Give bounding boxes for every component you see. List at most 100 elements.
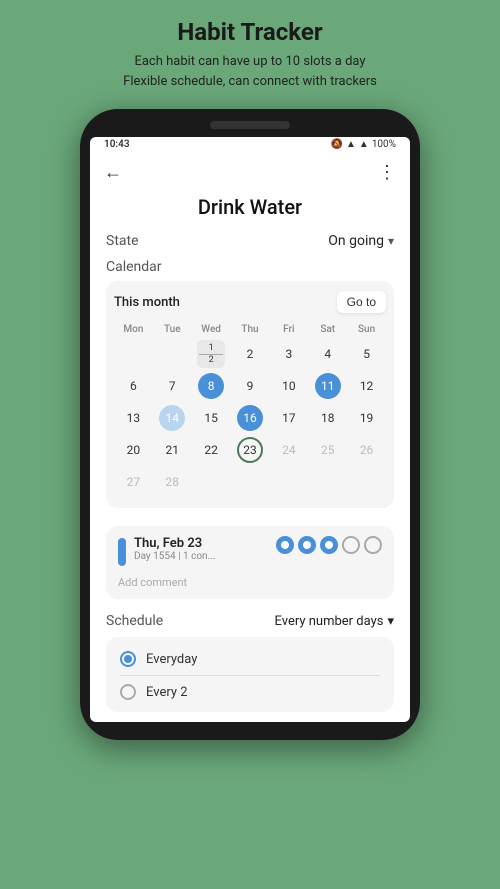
schedule-card: Everyday Every 2 (106, 637, 394, 712)
day-header-fri: Fri (269, 321, 308, 338)
status-bar: 10:43 🔕 ▲ ▲ 100% (90, 137, 410, 154)
cal-day-22[interactable]: 22 (192, 434, 231, 466)
day-detail-card: Thu, Feb 23 Day 1554 | 1 con... (106, 526, 394, 599)
cal-day-12[interactable]: 12 (192, 338, 231, 370)
back-button[interactable]: ← (104, 162, 122, 183)
schedule-section: Schedule Every number days ▾ Everyday (90, 607, 410, 722)
radio-everyday-dot (124, 655, 132, 663)
phone-notch (210, 121, 290, 129)
circles-row (276, 536, 382, 554)
cal-day-6[interactable]: 6 (114, 370, 153, 402)
radio-every2[interactable] (120, 684, 136, 700)
habit-title: Drink Water (90, 191, 410, 229)
cal-day-23[interactable]: 23 (231, 434, 270, 466)
everyday-label: Everyday (146, 652, 197, 667)
cal-day-15[interactable]: 15 (192, 402, 231, 434)
cal-day-2[interactable]: 2 (231, 338, 270, 370)
day-text: Thu, Feb 23 Day 1554 | 1 con... (134, 536, 216, 562)
day-header-sat: Sat (308, 321, 347, 338)
circle-dot-2 (303, 541, 311, 549)
thermometer-icon (118, 538, 126, 566)
calendar-header: This month Go to (114, 291, 386, 313)
cal-empty (269, 466, 308, 498)
cal-day-9[interactable]: 9 (231, 370, 270, 402)
cal-day-19[interactable]: 19 (347, 402, 386, 434)
wifi-icon: ▲ (359, 139, 369, 150)
cal-day-5[interactable]: 5 (347, 338, 386, 370)
habit-circle-2[interactable] (298, 536, 316, 554)
cal-day-21[interactable]: 21 (153, 434, 192, 466)
more-button[interactable]: ⋮ (378, 162, 396, 183)
cal-day-24: 24 (269, 434, 308, 466)
week-5: 27 28 (114, 466, 386, 498)
schedule-label: Schedule (106, 613, 163, 629)
day-subtext: Day 1554 | 1 con... (134, 551, 216, 562)
state-row: State On going ▾ (90, 229, 410, 257)
cal-day-14[interactable]: 14 (153, 402, 192, 434)
state-value-text: On going (328, 233, 384, 249)
calendar-grid: Mon Tue Wed Thu Fri Sat Sun (114, 321, 386, 498)
cal-empty (308, 466, 347, 498)
day-date: Thu, Feb 23 (134, 536, 216, 551)
day-headers: Mon Tue Wed Thu Fri Sat Sun (114, 321, 386, 338)
day-header-thu: Thu (231, 321, 270, 338)
week-1: 12 2 3 4 5 (114, 338, 386, 370)
cal-day-10[interactable]: 10 (269, 370, 308, 402)
calendar-section: Calendar This month Go to Mon Tue Wed Th… (90, 257, 410, 518)
state-dropdown-arrow: ▾ (388, 234, 394, 248)
page-header: Habit Tracker Each habit can have up to … (123, 18, 377, 91)
cal-day-18[interactable]: 18 (308, 402, 347, 434)
habit-circle-1[interactable] (276, 536, 294, 554)
radio-everyday[interactable] (120, 651, 136, 667)
day-header-sun: Sun (347, 321, 386, 338)
week-3: 13 14 15 16 17 18 19 (114, 402, 386, 434)
cal-empty (192, 466, 231, 498)
schedule-option-every2-partial: Every 2 (120, 680, 380, 702)
page-title: Habit Tracker (123, 18, 377, 46)
every2-label: Every 2 (146, 685, 188, 700)
day-header-wed: Wed (192, 321, 231, 338)
cal-day-20[interactable]: 20 (114, 434, 153, 466)
cal-day-4[interactable]: 4 (308, 338, 347, 370)
cal-empty (231, 466, 270, 498)
cal-day-8[interactable]: 8 (192, 370, 231, 402)
cal-day-27: 27 (114, 466, 153, 498)
cal-day-11[interactable]: 11 (308, 370, 347, 402)
screen: 10:43 🔕 ▲ ▲ 100% ← ⋮ Drink Water State O… (90, 137, 410, 722)
phone-shell: 10:43 🔕 ▲ ▲ 100% ← ⋮ Drink Water State O… (80, 109, 420, 740)
notification-icon: 🔕 (331, 139, 343, 150)
schedule-option-everyday[interactable]: Everyday (120, 647, 380, 671)
day-detail-header: Thu, Feb 23 Day 1554 | 1 con... (118, 536, 382, 566)
state-label: State (106, 233, 139, 249)
calendar-label: Calendar (106, 259, 394, 275)
top-bar: ← ⋮ (90, 154, 410, 191)
cal-day-13[interactable]: 13 (114, 402, 153, 434)
day-info: Thu, Feb 23 Day 1554 | 1 con... (118, 536, 216, 566)
schedule-value-text: Every number days (275, 614, 384, 629)
schedule-option-every2[interactable]: Every 2 (120, 680, 380, 702)
circle-dot-1 (281, 541, 289, 549)
calendar-card: This month Go to Mon Tue Wed Thu Fri Sat… (106, 281, 394, 508)
cal-empty (347, 466, 386, 498)
state-dropdown[interactable]: On going ▾ (328, 233, 394, 249)
day-header-tue: Tue (153, 321, 192, 338)
subtitle: Each habit can have up to 10 slots a day… (123, 52, 377, 91)
schedule-dropdown-arrow: ▾ (387, 614, 394, 629)
schedule-divider (120, 675, 380, 676)
goto-button[interactable]: Go to (337, 291, 386, 313)
cal-empty (153, 338, 192, 370)
habit-circle-3[interactable] (320, 536, 338, 554)
cal-day-17[interactable]: 17 (269, 402, 308, 434)
week-4: 20 21 22 23 24 25 26 (114, 434, 386, 466)
status-icons: 🔕 ▲ ▲ 100% (331, 139, 396, 150)
month-label: This month (114, 295, 180, 310)
habit-circle-5[interactable] (364, 536, 382, 554)
cal-day-3[interactable]: 3 (269, 338, 308, 370)
habit-circle-4[interactable] (342, 536, 360, 554)
cal-day-28: 28 (153, 466, 192, 498)
cal-day-7[interactable]: 7 (153, 370, 192, 402)
cal-day-16[interactable]: 16 (231, 402, 270, 434)
add-comment-button[interactable]: Add comment (118, 572, 382, 589)
cal-day-12b[interactable]: 12 (347, 370, 386, 402)
schedule-dropdown[interactable]: Every number days ▾ (275, 614, 395, 629)
